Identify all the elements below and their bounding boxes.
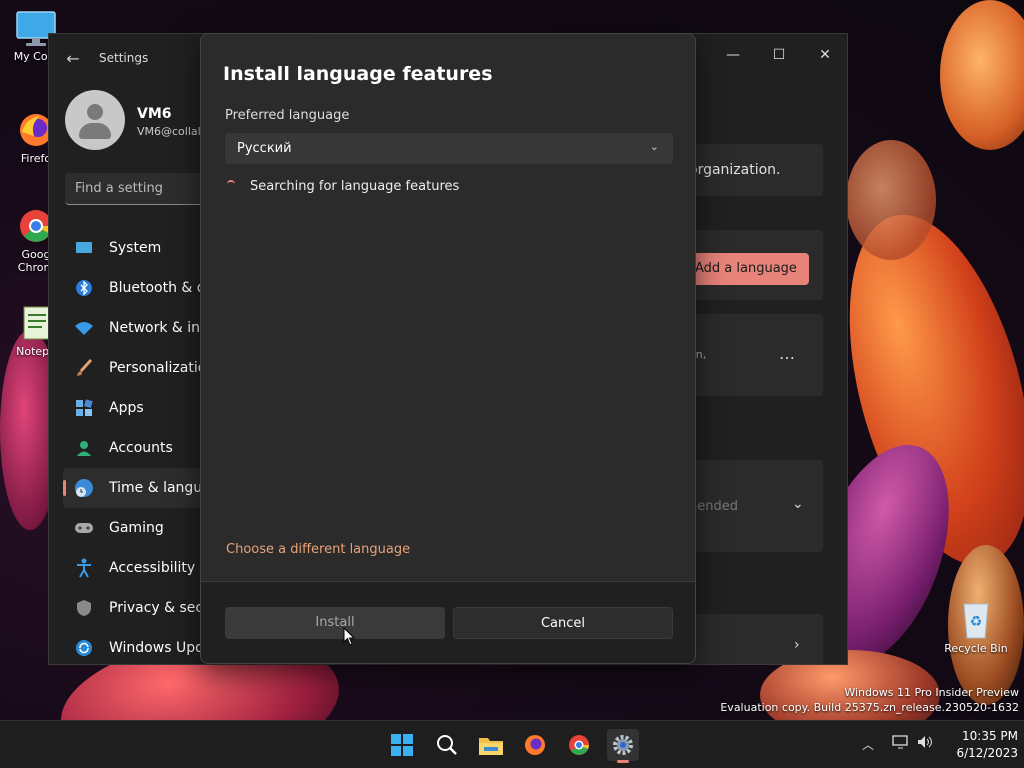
mouse-cursor-icon <box>343 627 356 646</box>
sidebar-item-label: Time & langua <box>109 480 211 496</box>
maximize-button[interactable]: ☐ <box>757 40 801 70</box>
chevron-down-icon[interactable]: ⌄ <box>792 496 804 512</box>
search-status-text: Searching for language features <box>250 179 460 194</box>
sidebar-item-label: Gaming <box>109 520 164 536</box>
wallpaper-shape <box>846 140 936 260</box>
sidebar-item-label: System <box>109 240 162 256</box>
windows-logo-icon <box>391 734 413 756</box>
wifi-icon <box>73 317 95 339</box>
chevron-down-icon: ⌄ <box>649 140 659 153</box>
avatar-head <box>87 104 103 120</box>
taskbar-firefox[interactable] <box>519 729 551 761</box>
clock-time: 10:35 PM <box>962 729 1018 743</box>
preferred-language-label: Preferred language <box>225 108 350 123</box>
avatar[interactable] <box>65 90 125 150</box>
app-title: Settings <box>99 51 149 65</box>
organization-text: organization. <box>689 162 781 178</box>
firefox-icon <box>525 735 545 755</box>
folder-icon <box>479 738 503 755</box>
sidebar-item-label: Windows Upda <box>109 640 213 656</box>
build-watermark: Windows 11 Pro Insider Preview Evaluatio… <box>720 685 1019 715</box>
preferred-language-select[interactable]: Русский ⌄ <box>225 133 673 164</box>
svg-text:♻: ♻ <box>970 614 983 630</box>
sidebar-item-label: Network & inte <box>109 320 215 336</box>
dialog-footer: Install Cancel <box>201 581 695 663</box>
install-button[interactable]: Install <box>225 607 445 639</box>
start-button[interactable] <box>386 729 418 761</box>
taskbar-chrome[interactable] <box>563 729 595 761</box>
monitor-icon <box>73 237 95 259</box>
chevron-right-icon[interactable]: › <box>794 637 800 653</box>
volume-icon[interactable] <box>916 734 934 753</box>
search-icon <box>437 735 457 755</box>
update-icon <box>73 637 95 659</box>
minimize-button[interactable]: — <box>711 40 755 70</box>
taskbar-settings[interactable] <box>607 729 639 763</box>
user-name: VM6 <box>137 106 172 122</box>
user-email: VM6@collal <box>137 125 201 138</box>
taskbar-file-explorer[interactable] <box>475 729 507 761</box>
back-arrow-icon[interactable]: ← <box>63 49 83 69</box>
taskbar: ︿ 10:35 PM 6/12/2023 <box>0 720 1024 768</box>
taskbar-search-button[interactable] <box>431 729 463 761</box>
wallpaper-shape <box>940 0 1024 150</box>
desktop-icon-recycle-bin[interactable]: ♻ Recycle Bin <box>944 598 1008 655</box>
sidebar-item-label: Apps <box>109 400 144 416</box>
avatar-body <box>79 123 111 139</box>
apps-icon <box>73 397 95 419</box>
gamepad-icon <box>73 517 95 539</box>
clock-date: 6/12/2023 <box>956 746 1018 760</box>
gear-icon <box>613 735 633 755</box>
desktop-icon-label: Recycle Bin <box>944 642 1008 655</box>
tray-overflow-icon[interactable]: ︿ <box>862 736 874 753</box>
recycle-bin-icon: ♻ <box>963 603 989 639</box>
watermark-edition: Windows 11 Pro Insider Preview <box>844 686 1019 699</box>
watermark-build: Evaluation copy. Build 25375.zn_release.… <box>720 701 1019 714</box>
more-options-icon[interactable]: … <box>779 344 796 363</box>
network-icon[interactable] <box>892 734 910 753</box>
recommended-dropdown[interactable]: nended <box>689 499 738 514</box>
selected-language: Русский <box>237 141 292 156</box>
brush-icon <box>73 357 95 379</box>
close-button[interactable]: ✕ <box>803 40 847 70</box>
dialog-title: Install language features <box>223 63 493 85</box>
sidebar-item-label: Accounts <box>109 440 173 456</box>
shield-icon <box>73 597 95 619</box>
choose-different-language-link[interactable]: Choose a different language <box>226 542 410 557</box>
chrome-icon <box>569 735 589 755</box>
loading-spinner-icon <box>227 180 235 188</box>
person-icon <box>73 437 95 459</box>
accessibility-icon <box>73 557 95 579</box>
sidebar-item-label: Bluetooth & de <box>109 280 215 296</box>
bluetooth-icon <box>73 277 95 299</box>
cancel-button[interactable]: Cancel <box>453 607 673 639</box>
add-language-button[interactable]: Add a language <box>689 253 809 285</box>
install-language-features-dialog: Install language features Preferred lang… <box>200 33 696 664</box>
globe-clock-icon <box>73 477 95 499</box>
sidebar-item-label: Privacy & secu <box>109 600 212 616</box>
sidebar-item-label: Accessibility <box>109 560 196 576</box>
system-clock[interactable]: 10:35 PM 6/12/2023 <box>940 728 1018 762</box>
